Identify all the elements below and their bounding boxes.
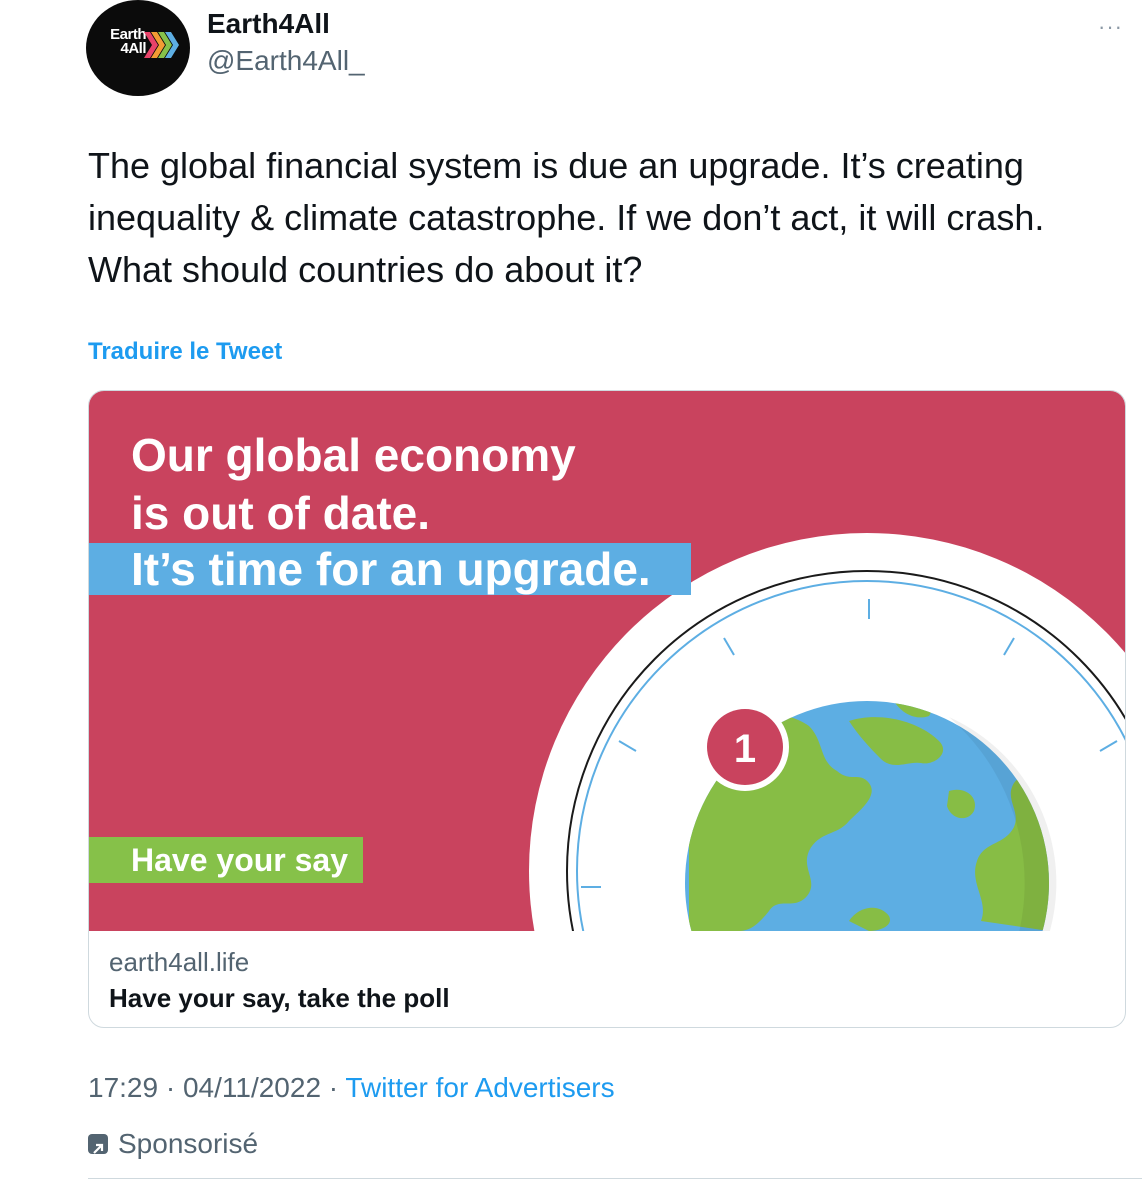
tweet-date[interactable]: 04/11/2022 (183, 1072, 321, 1103)
meta-separator: · (321, 1072, 346, 1103)
sponsored-label-row: Sponsorisé (88, 1128, 258, 1160)
divider (88, 1178, 1142, 1179)
translate-tweet-link[interactable]: Traduire le Tweet (88, 338, 282, 366)
tweet-time[interactable]: 17:29 (88, 1072, 158, 1103)
logo-arrows-icon (144, 32, 179, 58)
card-headline-line1: Our global economy (131, 429, 576, 481)
promoted-arrow-icon (88, 1134, 108, 1154)
meta-separator: · (158, 1072, 183, 1103)
link-card[interactable]: 1 Our global economy is out of date. It’… (88, 390, 1126, 1028)
card-headline-highlight: It’s time for an upgrade. (131, 543, 651, 595)
have-your-say-label: Have your say (131, 842, 348, 878)
sponsored-label: Sponsorisé (118, 1128, 259, 1159)
card-image: 1 Our global economy is out of date. It’… (89, 391, 1125, 931)
card-domain: earth4all.life (109, 947, 250, 977)
card-title: Have your say, take the poll (109, 983, 450, 1013)
tweet-text: The global financial system is due an up… (88, 145, 1045, 290)
user-handle[interactable]: @Earth4All_ (207, 45, 365, 77)
tweet-source-link[interactable]: Twitter for Advertisers (345, 1072, 614, 1103)
display-name[interactable]: Earth4All (207, 8, 330, 40)
step-number-badge: 1 (734, 727, 756, 771)
avatar-logo-text: Earth 4All (110, 26, 146, 57)
tweet-meta: 17:29 · 04/11/2022 · Twitter for Adverti… (88, 1072, 615, 1104)
more-options-icon[interactable]: ··· (1098, 14, 1123, 40)
card-headline-line2: is out of date. (131, 487, 430, 539)
avatar[interactable]: Earth 4All (86, 0, 190, 96)
